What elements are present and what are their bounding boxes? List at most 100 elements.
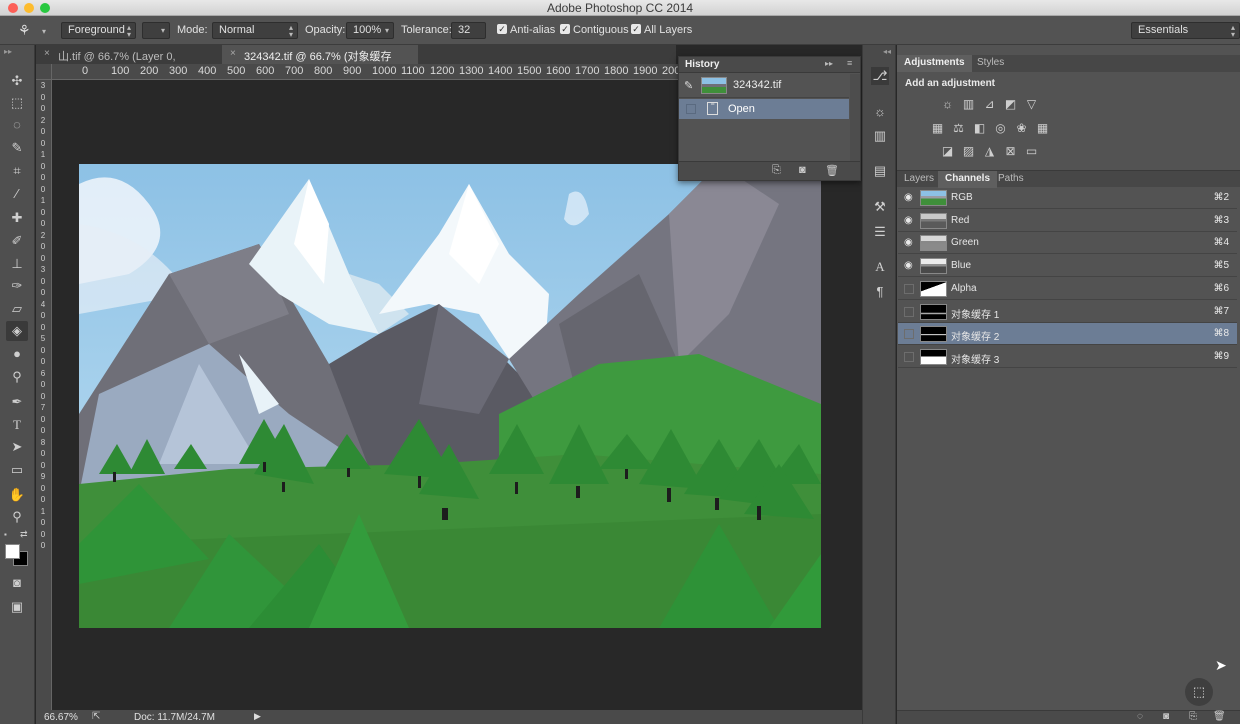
histogram-panel-icon[interactable]: ▥	[871, 127, 889, 145]
clone-stamp-tool-icon[interactable]: ⊥	[6, 254, 28, 274]
opacity-input[interactable]: 100% ▾	[346, 22, 394, 39]
visibility-toggle[interactable]	[904, 306, 914, 317]
ruler-origin[interactable]	[36, 64, 52, 80]
zoom-tool-icon[interactable]: ⚲	[6, 507, 28, 527]
expand-icon[interactable]: ▸▸	[825, 59, 833, 68]
eraser-tool-icon[interactable]: ▱	[6, 299, 28, 319]
lasso-tool-icon[interactable]: ◌	[6, 115, 28, 135]
info-panel-icon[interactable]: ▤	[871, 162, 889, 180]
history-brush-source-icon[interactable]: ✎	[684, 79, 693, 92]
crop-tool-icon[interactable]: ⌗	[6, 161, 28, 181]
foreground-color-swatch[interactable]	[5, 544, 20, 559]
panel-menu-icon[interactable]: ≡	[847, 58, 852, 68]
posterize-icon[interactable]: ▨	[961, 145, 976, 158]
delete-channel-icon[interactable]: 🗑	[1213, 711, 1226, 722]
invert-icon[interactable]: ◪	[940, 145, 955, 158]
curves-icon[interactable]: ⊿	[982, 98, 997, 111]
swap-colors-icon[interactable]: ⇄	[20, 529, 28, 540]
dodge-tool-icon[interactable]: ⚲	[6, 367, 28, 387]
status-menu-arrow-icon[interactable]: ▶	[254, 711, 261, 722]
history-brush-source-box[interactable]	[686, 104, 696, 114]
visibility-toggle[interactable]	[904, 351, 914, 362]
collapse-icon[interactable]: ▸▸	[4, 47, 12, 56]
channel-mixer-icon[interactable]: ❀	[1014, 122, 1029, 135]
tolerance-input[interactable]: 32	[451, 22, 486, 39]
vibrance-icon[interactable]: ▽	[1024, 98, 1039, 111]
tab-layers[interactable]: Layers	[897, 171, 941, 188]
channel-row-red[interactable]: ◉ Red ⌘3	[898, 210, 1237, 232]
brightness-contrast-icon[interactable]: ☼	[940, 98, 955, 111]
tab-channels[interactable]: Channels	[938, 171, 998, 188]
eye-icon[interactable]: ◉	[904, 192, 915, 203]
tab-324342-tif[interactable]: ×324342.tif @ 66.7% (对象缓存 2/8)	[222, 45, 418, 76]
character-panel-icon[interactable]: A	[871, 258, 889, 276]
default-colors-icon[interactable]: ▪	[4, 530, 7, 539]
levels-icon[interactable]: ▥	[961, 98, 976, 111]
blur-tool-icon[interactable]: ●	[6, 344, 28, 364]
channel-row-对象缓存-3[interactable]: 对象缓存 3 ⌘9	[898, 346, 1237, 368]
path-selection-tool-icon[interactable]: ➤	[6, 437, 28, 457]
trash-icon[interactable]: 🗑	[825, 164, 839, 177]
pen-tool-icon[interactable]: ✒	[6, 392, 28, 412]
channel-row-blue[interactable]: ◉ Blue ⌘5	[898, 255, 1237, 278]
screen-mode-icon[interactable]: ▣	[6, 597, 28, 617]
history-snapshot[interactable]: ✎ 324342.tif	[679, 74, 849, 98]
exposure-icon[interactable]: ◩	[1003, 98, 1018, 111]
channel-row-green[interactable]: ◉ Green ⌘4	[898, 232, 1237, 255]
black-white-icon[interactable]: ◧	[972, 122, 987, 135]
channel-row-rgb[interactable]: ◉ RGB ⌘2	[898, 187, 1237, 209]
channel-row-alpha[interactable]: Alpha ⌘6	[898, 278, 1237, 300]
properties-panel-icon[interactable]: ☰	[871, 223, 889, 241]
brush-tool-icon[interactable]: ✐	[6, 231, 28, 251]
visibility-toggle[interactable]	[904, 329, 914, 340]
marquee-tool-icon[interactable]: ⬚	[6, 93, 28, 113]
load-selection-icon[interactable]: ◌	[1137, 711, 1143, 722]
color-balance-icon[interactable]: ⚖	[951, 122, 966, 135]
export-icon[interactable]: ⇱	[92, 711, 100, 722]
pattern-picker[interactable]: ▾	[142, 22, 170, 39]
paragraph-panel-icon[interactable]: ¶	[871, 283, 889, 301]
type-tool-icon[interactable]: T	[6, 415, 28, 435]
contiguous-checkbox[interactable]: ✓	[560, 24, 570, 34]
quick-mask-icon[interactable]: ◙	[6, 573, 28, 593]
fill-source-select[interactable]: Foreground ▴ ▾	[61, 22, 136, 39]
new-document-from-state-icon[interactable]: ⎘	[772, 164, 781, 177]
eye-icon[interactable]: ◉	[904, 237, 915, 248]
color-lookup-icon[interactable]: ▦	[1035, 122, 1050, 135]
close-tab-icon[interactable]: ×	[230, 48, 236, 59]
history-scrollbar[interactable]	[850, 74, 860, 161]
history-item[interactable]: ≡ Open	[679, 99, 849, 119]
history-brush-tool-icon[interactable]: ✑	[6, 276, 28, 296]
screenshot-capture-icon[interactable]: ⬚	[1185, 678, 1213, 706]
paint-bucket-preset-icon[interactable]: ⚘	[18, 22, 40, 40]
paint-bucket-tool-icon[interactable]: ◈	[6, 321, 28, 341]
threshold-icon[interactable]: ◮	[982, 145, 997, 158]
new-channel-icon[interactable]: ⎘	[1189, 711, 1197, 722]
hand-tool-icon[interactable]: ✋	[6, 485, 28, 505]
mode-select[interactable]: Normal ▴ ▾	[212, 22, 298, 39]
camera-icon[interactable]: ◙	[799, 164, 806, 176]
photo-filter-icon[interactable]: ◎	[993, 122, 1008, 135]
tab-shan-tif[interactable]: ×山.tif @ 66.7% (Layer 0, RGB/8) *	[36, 45, 221, 76]
brightness-panel-icon[interactable]: ☼	[871, 103, 889, 121]
rectangle-tool-icon[interactable]: ▭	[6, 460, 28, 480]
quick-select-tool-icon[interactable]: ✎	[6, 138, 28, 158]
history-panel-icon[interactable]: ⎇	[871, 67, 889, 85]
zoom-level[interactable]: 66.67%	[44, 712, 78, 723]
collapse-icons-icon[interactable]: ◂◂	[883, 47, 891, 56]
chevron-down-icon[interactable]: ▾	[42, 27, 46, 36]
eye-icon[interactable]: ◉	[904, 260, 915, 271]
eye-icon[interactable]: ◉	[904, 215, 915, 226]
workspace-select[interactable]: Essentials ▴ ▾	[1131, 22, 1240, 39]
all-layers-checkbox[interactable]: ✓	[631, 24, 641, 34]
tool-presets-icon[interactable]: ⚒	[871, 198, 889, 216]
healing-brush-tool-icon[interactable]: ✚	[6, 208, 28, 228]
document-image[interactable]	[79, 164, 821, 628]
visibility-toggle[interactable]	[904, 283, 914, 294]
channel-row-对象缓存-1[interactable]: 对象缓存 1 ⌘7	[898, 301, 1237, 323]
selective-color-icon[interactable]: ⊠	[1003, 145, 1018, 158]
gradient-map-icon[interactable]: ▭	[1024, 145, 1039, 158]
hue-saturation-icon[interactable]: ▦	[930, 122, 945, 135]
move-tool-icon[interactable]: ✣	[6, 71, 28, 91]
anti-alias-checkbox[interactable]: ✓	[497, 24, 507, 34]
